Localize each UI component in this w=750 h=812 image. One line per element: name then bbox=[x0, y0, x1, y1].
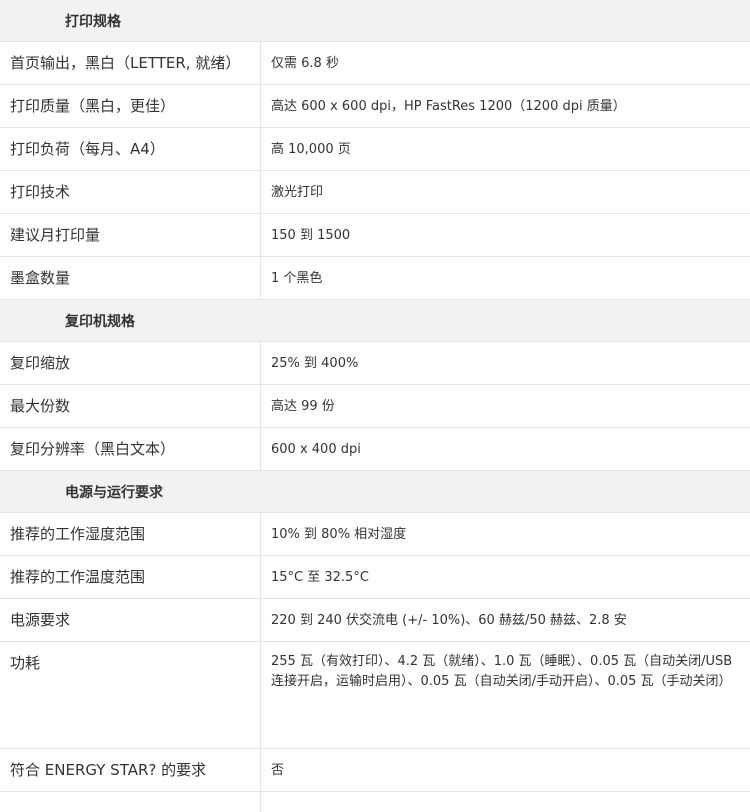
spec-value: 否 bbox=[271, 763, 285, 778]
spec-value: 激光打印 bbox=[271, 185, 324, 200]
spec-row: 最大份数 高达 99 份 bbox=[0, 385, 750, 428]
spec-label bbox=[0, 792, 261, 812]
spec-value: 高 10,000 页 bbox=[271, 142, 351, 157]
spec-value: 1 个黑色 bbox=[271, 271, 323, 286]
spec-value: 仅需 6.8 秒 bbox=[271, 56, 339, 71]
spec-value: 高达 600 x 600 dpi，HP FastRes 1200（1200 dp… bbox=[271, 99, 626, 114]
section-header-print-specs: 打印规格 bbox=[0, 0, 750, 42]
spec-row: 复印分辨率（黑白文本） 600 x 400 dpi bbox=[0, 428, 750, 471]
spec-row: 推荐的工作温度范围 15°C 至 32.5°C bbox=[0, 556, 750, 599]
spec-value: 10% 到 80% 相对湿度 bbox=[271, 527, 407, 542]
spec-row: 建议月打印量 150 到 1500 bbox=[0, 214, 750, 257]
spec-value: 220 到 240 伏交流电 (+/- 10%)、60 赫兹/50 赫兹、2.8… bbox=[271, 613, 627, 628]
spec-value: 600 x 400 dpi bbox=[271, 442, 361, 457]
spec-row: 打印质量（黑白，更佳） 高达 600 x 600 dpi，HP FastRes … bbox=[0, 85, 750, 128]
spec-label: 首页输出，黑白（LETTER, 就绪） bbox=[0, 42, 261, 84]
spec-label: 建议月打印量 bbox=[0, 214, 261, 256]
spec-row: 复印缩放 25% 到 400% bbox=[0, 342, 750, 385]
spec-label: 打印负荷（每月、A4） bbox=[0, 128, 261, 170]
spec-label: 墨盒数量 bbox=[0, 257, 261, 299]
section-header-power-specs: 电源与运行要求 bbox=[0, 471, 750, 513]
spec-label: 复印分辨率（黑白文本） bbox=[0, 428, 261, 470]
spec-label: 最大份数 bbox=[0, 385, 261, 427]
spec-label: 打印技术 bbox=[0, 171, 261, 213]
spec-row: 电源要求 220 到 240 伏交流电 (+/- 10%)、60 赫兹/50 赫… bbox=[0, 599, 750, 642]
spec-row: 墨盒数量 1 个黑色 bbox=[0, 257, 750, 300]
spec-value: 25% 到 400% bbox=[271, 356, 359, 371]
spec-label: 复印缩放 bbox=[0, 342, 261, 384]
spec-row-cut-off bbox=[0, 792, 750, 812]
spec-value: 255 瓦（有效打印）、4.2 瓦（就绪）、1.0 瓦（睡眠）、0.05 瓦（自… bbox=[271, 654, 733, 689]
spec-value: 15°C 至 32.5°C bbox=[271, 570, 369, 585]
spec-row: 功耗 255 瓦（有效打印）、4.2 瓦（就绪）、1.0 瓦（睡眠）、0.05 … bbox=[0, 642, 750, 749]
section-header-copier-specs: 复印机规格 bbox=[0, 300, 750, 342]
spec-label: 打印质量（黑白，更佳） bbox=[0, 85, 261, 127]
spec-row: 首页输出，黑白（LETTER, 就绪） 仅需 6.8 秒 bbox=[0, 42, 750, 85]
spec-value: 150 到 1500 bbox=[271, 228, 351, 243]
spec-label: 推荐的工作温度范围 bbox=[0, 556, 261, 598]
spec-label: 电源要求 bbox=[0, 599, 261, 641]
spec-value: 高达 99 份 bbox=[271, 399, 335, 414]
spec-value bbox=[261, 792, 750, 812]
spec-table: 打印规格 首页输出，黑白（LETTER, 就绪） 仅需 6.8 秒 打印质量（黑… bbox=[0, 0, 750, 812]
spec-row: 符合 ENERGY STAR? 的要求 否 bbox=[0, 749, 750, 792]
spec-label: 推荐的工作湿度范围 bbox=[0, 513, 261, 555]
spec-label: 功耗 bbox=[0, 642, 261, 748]
spec-row: 打印负荷（每月、A4） 高 10,000 页 bbox=[0, 128, 750, 171]
spec-row: 推荐的工作湿度范围 10% 到 80% 相对湿度 bbox=[0, 513, 750, 556]
spec-label: 符合 ENERGY STAR? 的要求 bbox=[0, 749, 261, 791]
spec-row: 打印技术 激光打印 bbox=[0, 171, 750, 214]
